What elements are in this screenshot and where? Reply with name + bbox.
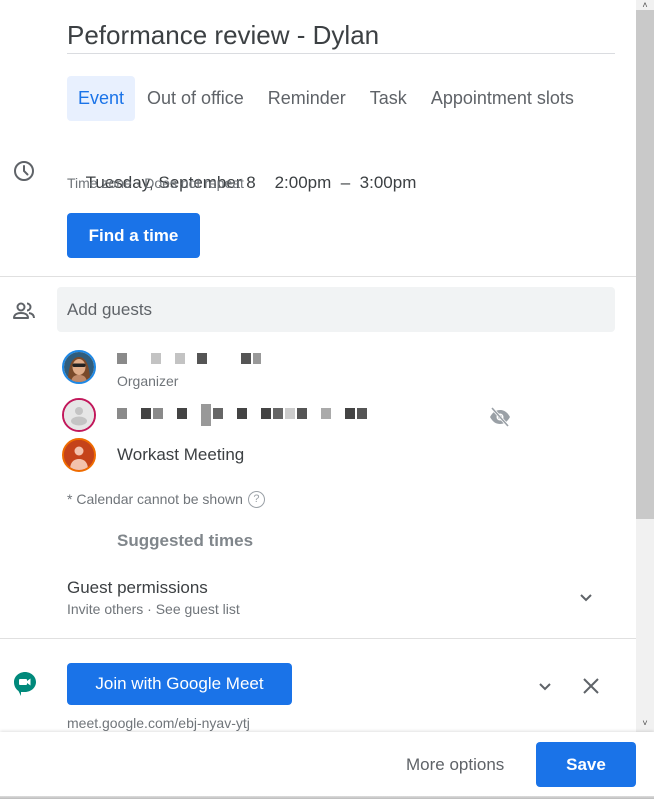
calendar-note: * Calendar cannot be shown ? bbox=[67, 490, 265, 508]
guest-name-redacted bbox=[117, 404, 369, 426]
guest-avatar bbox=[62, 350, 96, 384]
start-time[interactable]: 2:00pm bbox=[275, 173, 332, 192]
eye-off-icon[interactable] bbox=[488, 405, 512, 429]
meet-link[interactable]: meet.google.com/ebj-nyav-ytj bbox=[67, 714, 250, 732]
guest-permissions-title[interactable]: Guest permissions bbox=[67, 577, 208, 599]
event-title-input[interactable]: Peformance review - Dylan bbox=[67, 16, 615, 54]
vertical-scrollbar[interactable]: ˄ ˅ bbox=[636, 0, 654, 732]
end-time[interactable]: 3:00pm bbox=[360, 173, 417, 192]
find-a-time-button[interactable]: Find a time bbox=[67, 213, 200, 258]
event-type-tabs: Event Out of office Reminder Task Appoin… bbox=[67, 76, 586, 121]
scroll-up-arrow[interactable]: ˄ bbox=[636, 0, 654, 10]
dot-separator: · bbox=[135, 175, 141, 191]
person-icon bbox=[64, 440, 94, 470]
section-divider bbox=[0, 276, 636, 277]
save-button[interactable]: Save bbox=[536, 742, 636, 787]
calendar-note-text: * Calendar cannot be shown bbox=[67, 491, 243, 507]
avatar-photo bbox=[64, 352, 94, 382]
google-meet-icon bbox=[14, 672, 36, 696]
repeat-dropdown[interactable]: Does not repeat bbox=[144, 175, 244, 191]
add-guests-input[interactable]: Add guests bbox=[57, 287, 615, 332]
scroll-down-arrow[interactable]: ˅ bbox=[636, 718, 654, 728]
scrollbar-thumb[interactable] bbox=[636, 10, 654, 519]
guest-role: Organizer bbox=[117, 373, 179, 389]
guest-avatar bbox=[62, 398, 96, 432]
event-editor-scroll-area: Peformance review - Dylan Event Out of o… bbox=[0, 0, 636, 732]
date-subline: Time zone · Does not repeat bbox=[67, 174, 244, 192]
join-google-meet-button[interactable]: Join with Google Meet bbox=[67, 663, 292, 705]
time-separator: – bbox=[340, 173, 351, 192]
chevron-down-icon[interactable] bbox=[576, 587, 596, 607]
people-icon bbox=[13, 302, 35, 319]
tab-appointment-slots[interactable]: Appointment slots bbox=[419, 76, 586, 121]
section-divider bbox=[0, 638, 636, 639]
more-options-button[interactable]: More options bbox=[396, 742, 514, 787]
guest-avatar bbox=[62, 438, 96, 472]
chevron-down-icon[interactable] bbox=[535, 676, 555, 696]
guest-name: Workast Meeting bbox=[117, 445, 245, 464]
close-icon[interactable] bbox=[580, 675, 602, 697]
tab-reminder[interactable]: Reminder bbox=[256, 76, 358, 121]
suggested-times-button[interactable]: Suggested times bbox=[117, 530, 253, 552]
guest-email-redacted bbox=[117, 350, 263, 366]
tab-task[interactable]: Task bbox=[358, 76, 419, 121]
tab-event[interactable]: Event bbox=[67, 76, 136, 121]
tab-out-of-office[interactable]: Out of office bbox=[135, 76, 256, 121]
clock-icon bbox=[14, 161, 34, 181]
time-zone-link[interactable]: Time zone bbox=[67, 175, 132, 191]
guest-permissions-subtitle: Invite others · See guest list bbox=[67, 601, 240, 617]
dialog-footer: More options Save bbox=[0, 732, 654, 799]
default-person-icon bbox=[64, 400, 94, 430]
help-circle-icon[interactable]: ? bbox=[247, 490, 265, 508]
